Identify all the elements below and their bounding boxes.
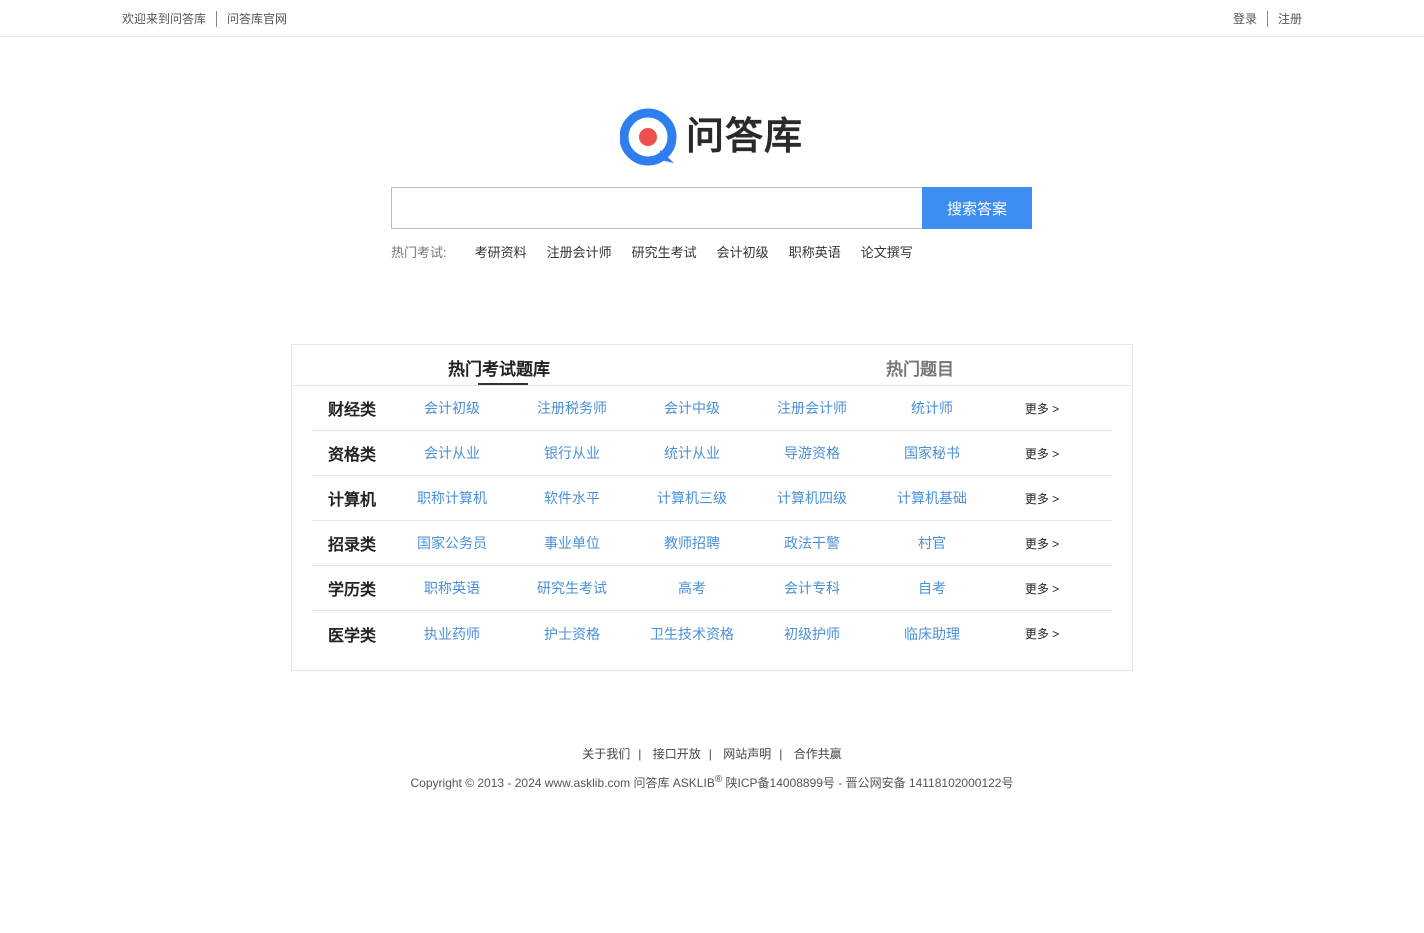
exam-link[interactable]: 统计师 (872, 398, 992, 418)
exam-link[interactable]: 事业单位 (512, 533, 632, 553)
hot-exam-link[interactable]: 注册会计师 (547, 242, 612, 261)
cooperation-link[interactable]: 合作共赢 (794, 747, 842, 761)
category-label: 计算机 (327, 492, 376, 509)
top-bar: 欢迎来到问答库 问答库官网 登录 注册 (0, 0, 1424, 37)
more-link[interactable]: 更多 > (1012, 490, 1072, 507)
login-link[interactable]: 登录 (1233, 10, 1257, 27)
category-row: 计算机 职称计算机 软件水平 计算机三级 计算机四级 计算机基础 更多 > (312, 476, 1112, 521)
footer-separator: | (638, 747, 642, 761)
hot-exam-link[interactable]: 会计初级 (717, 242, 769, 261)
exam-link[interactable]: 职称英语 (392, 578, 512, 598)
footer-links: 关于我们 | 接口开放 | 网站声明 | 合作共赢 (0, 745, 1424, 762)
category-links: 执业药师 护士资格 卫生技术资格 初级护师 临床助理 (392, 624, 992, 644)
category-links: 国家公务员 事业单位 教师招聘 政法干警 村官 (392, 533, 992, 553)
exam-link[interactable]: 临床助理 (872, 624, 992, 644)
panel-tabs: 热门考试题库 热门题目 (292, 345, 1132, 386)
more-link[interactable]: 更多 > (1012, 400, 1072, 417)
exam-link[interactable]: 注册会计师 (752, 398, 872, 418)
category-label: 财经类 (327, 402, 376, 419)
exam-link[interactable]: 会计中级 (632, 398, 752, 418)
hot-exam-link[interactable]: 研究生考试 (632, 242, 697, 261)
footer-separator: | (779, 747, 783, 761)
search-input[interactable] (391, 187, 922, 229)
exam-link[interactable]: 国家秘书 (872, 443, 992, 463)
official-site-link[interactable]: 问答库官网 (227, 10, 287, 27)
more-link[interactable]: 更多 > (1012, 535, 1072, 552)
exam-link[interactable]: 执业药师 (392, 624, 512, 644)
search-button[interactable]: 搜索答案 (922, 187, 1032, 229)
q-logo-icon (619, 108, 678, 166)
category-links: 职称计算机 软件水平 计算机三级 计算机四级 计算机基础 (392, 488, 992, 508)
exam-link[interactable]: 政法干警 (752, 533, 872, 553)
exam-link[interactable]: 国家公务员 (392, 533, 512, 553)
more-link[interactable]: 更多 > (1012, 445, 1072, 462)
more-link[interactable]: 更多 > (1012, 625, 1072, 642)
category-row: 财经类 会计初级 注册税务师 会计中级 注册会计师 统计师 更多 > (312, 386, 1112, 431)
exam-link[interactable]: 研究生考试 (512, 578, 632, 598)
hot-exam-link[interactable]: 论文撰写 (861, 242, 913, 261)
exam-link[interactable]: 自考 (872, 578, 992, 598)
hot-exam-link[interactable]: 考研资料 (475, 242, 527, 261)
category-row: 学历类 职称英语 研究生考试 高考 会计专科 自考 更多 > (312, 566, 1112, 611)
exam-link[interactable]: 职称计算机 (392, 488, 512, 508)
exam-link[interactable]: 会计初级 (392, 398, 512, 418)
welcome-text: 欢迎来到问答库 (122, 12, 207, 26)
more-link[interactable]: 更多 > (1012, 580, 1072, 597)
exam-link[interactable]: 教师招聘 (632, 533, 752, 553)
divider (1266, 10, 1268, 27)
top-bar-left: 欢迎来到问答库 问答库官网 (122, 10, 287, 27)
exam-link[interactable]: 初级护师 (752, 624, 872, 644)
exam-link[interactable]: 高考 (632, 578, 752, 598)
divider (216, 10, 218, 27)
exam-link[interactable]: 计算机三级 (632, 488, 752, 508)
category-row: 招录类 国家公务员 事业单位 教师招聘 政法干警 村官 更多 > (312, 521, 1112, 566)
hot-exam-link[interactable]: 职称英语 (789, 242, 841, 261)
hot-exams: 热门考试: 考研资料 注册会计师 研究生考试 会计初级 职称英语 论文撰写 (391, 242, 933, 261)
exam-link[interactable]: 村官 (872, 533, 992, 553)
tab-hot-questions[interactable]: 热门题目 (886, 355, 954, 380)
category-row: 资格类 会计从业 银行从业 统计从业 导游资格 国家秘书 更多 > (312, 431, 1112, 476)
category-label: 资格类 (327, 447, 376, 464)
category-label: 招录类 (327, 537, 376, 554)
exam-link[interactable]: 导游资格 (752, 443, 872, 463)
exam-link[interactable]: 软件水平 (512, 488, 632, 508)
site-logo[interactable]: 问答库 (619, 108, 804, 166)
hot-exams-label: 热门考试: (391, 245, 447, 260)
site-statement-link[interactable]: 网站声明 (723, 747, 771, 761)
active-tab-indicator (478, 383, 528, 385)
exam-link[interactable]: 护士资格 (512, 624, 632, 644)
copyright: Copyright © 2013 - 2024 www.asklib.com 问… (0, 774, 1424, 791)
api-open-link[interactable]: 接口开放 (653, 747, 701, 761)
tab-hot-exam-bank[interactable]: 热门考试题库 (448, 355, 550, 380)
search-bar: 搜索答案 (391, 187, 1032, 229)
top-bar-right: 登录 注册 (1233, 10, 1302, 27)
register-link[interactable]: 注册 (1278, 10, 1302, 27)
logo-text: 问答库 (686, 116, 804, 158)
category-links: 职称英语 研究生考试 高考 会计专科 自考 (392, 578, 992, 598)
exam-link[interactable]: 计算机四级 (752, 488, 872, 508)
exam-link[interactable]: 注册税务师 (512, 398, 632, 418)
category-links: 会计初级 注册税务师 会计中级 注册会计师 统计师 (392, 398, 992, 418)
icp-text: 陕ICP备14008899号 - 晋公网安备 14118102000122号 (722, 776, 1014, 790)
category-links: 会计从业 银行从业 统计从业 导游资格 国家秘书 (392, 443, 992, 463)
copyright-text: Copyright © 2013 - 2024 www.asklib.com 问… (410, 776, 715, 790)
category-label: 医学类 (327, 627, 376, 645)
category-label: 学历类 (327, 582, 376, 599)
exam-link[interactable]: 计算机基础 (872, 488, 992, 508)
exam-link[interactable]: 会计从业 (392, 443, 512, 463)
footer-separator: | (708, 747, 712, 761)
category-row: 医学类 执业药师 护士资格 卫生技术资格 初级护师 临床助理 更多 > (312, 611, 1112, 656)
about-us-link[interactable]: 关于我们 (582, 747, 630, 761)
exam-link[interactable]: 银行从业 (512, 443, 632, 463)
exam-bank-panel: 热门考试题库 热门题目 财经类 会计初级 注册税务师 会计中级 注册会计师 统计… (291, 344, 1133, 671)
exam-link[interactable]: 会计专科 (752, 578, 872, 598)
exam-link[interactable]: 卫生技术资格 (632, 624, 752, 644)
exam-link[interactable]: 统计从业 (632, 443, 752, 463)
category-rows: 财经类 会计初级 注册税务师 会计中级 注册会计师 统计师 更多 > 资格类 会… (312, 386, 1112, 656)
